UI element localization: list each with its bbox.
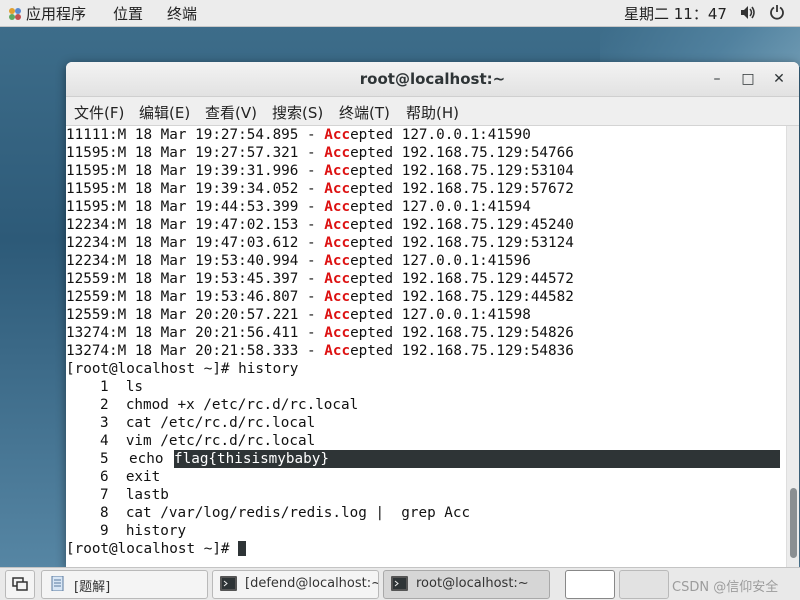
history-entry: 1 ls xyxy=(100,379,144,395)
document-icon xyxy=(51,576,64,591)
log-line: 11111:M 18 Mar 19:27:54.895 - Accepted 1… xyxy=(66,127,531,143)
log-line: 12234:M 18 Mar 19:47:03.612 - Accepted 1… xyxy=(66,235,574,251)
menu-view[interactable]: 查看(V) xyxy=(205,102,257,123)
history-entry: 7 lastb xyxy=(100,487,169,503)
terminal-window: root@localhost:~ – □ ✕ 文件(F) 编辑(E) 查看(V)… xyxy=(66,62,799,567)
places-menu[interactable]: 位置 xyxy=(113,3,143,24)
history-entry: 9 history xyxy=(100,523,187,539)
show-desktop-icon xyxy=(12,577,28,591)
log-line: 11595:M 18 Mar 19:39:34.052 - Accepted 1… xyxy=(66,181,574,197)
log-line: 13274:M 18 Mar 20:21:58.333 - Accepted 1… xyxy=(66,343,574,359)
taskbar-item-tijie[interactable]: [题解] xyxy=(41,570,208,599)
top-panel: 应用程序 位置 终端 星期二 11：47 xyxy=(0,0,800,27)
terminal-scrollbar[interactable] xyxy=(786,126,799,567)
log-line: 12559:M 18 Mar 20:20:57.221 - Accepted 1… xyxy=(66,307,531,323)
applications-menu[interactable]: 应用程序 xyxy=(8,3,86,24)
log-line: 11595:M 18 Mar 19:39:31.996 - Accepted 1… xyxy=(66,163,574,179)
terminal-icon xyxy=(391,576,408,591)
show-desktop-button[interactable] xyxy=(5,570,35,599)
terminal-app-menu[interactable]: 终端 xyxy=(167,3,197,24)
history-entry: 2 chmod +x /etc/rc.d/rc.local xyxy=(100,397,359,413)
terminal-output[interactable]: 11111:M 18 Mar 19:27:54.895 - Accepted 1… xyxy=(66,126,786,567)
taskbar-item-defend-terminal[interactable]: [defend@localhost:~ xyxy=(212,570,379,599)
log-line: 13274:M 18 Mar 20:21:56.411 - Accepted 1… xyxy=(66,325,574,341)
workspace-1[interactable] xyxy=(565,570,615,599)
log-line: 12559:M 18 Mar 19:53:46.807 - Accepted 1… xyxy=(66,289,574,305)
log-line: 12234:M 18 Mar 19:47:02.153 - Accepted 1… xyxy=(66,217,574,233)
volume-icon[interactable] xyxy=(740,5,756,24)
text-cursor xyxy=(238,541,247,556)
close-icon[interactable]: ✕ xyxy=(768,68,790,90)
menu-terminal[interactable]: 终端(T) xyxy=(339,102,390,123)
text-selection[interactable]: flag{thisismybaby} xyxy=(174,450,780,468)
applications-label: 应用程序 xyxy=(26,5,87,23)
taskbar-item-root-terminal[interactable]: root@localhost:~ xyxy=(383,570,550,599)
log-line: 12234:M 18 Mar 19:53:40.994 - Accepted 1… xyxy=(66,253,531,269)
terminal-icon xyxy=(220,576,237,591)
history-entry: 6 exit xyxy=(100,469,161,485)
taskbar-label: root@localhost:~ xyxy=(416,576,529,591)
history-entry-selected: 5 echo flag{thisismybaby} xyxy=(66,450,786,468)
window-titlebar[interactable]: root@localhost:~ – □ ✕ xyxy=(66,62,799,97)
maximize-icon[interactable]: □ xyxy=(737,68,759,90)
menu-search[interactable]: 搜索(S) xyxy=(272,102,323,123)
log-line: 12559:M 18 Mar 19:53:45.397 - Accepted 1… xyxy=(66,271,574,287)
menu-help[interactable]: 帮助(H) xyxy=(406,102,459,123)
history-command: echo xyxy=(129,451,173,467)
bottom-taskbar: [题解] [defend@localhost:~ root@localhost:… xyxy=(0,567,800,600)
taskbar-label: [defend@localhost:~ xyxy=(245,576,379,591)
log-line: 11595:M 18 Mar 19:27:57.321 - Accepted 1… xyxy=(66,145,574,161)
history-entry: 8 cat /var/log/redis/redis.log | grep Ac… xyxy=(100,505,471,521)
watermark: CSDN @信仰安全 xyxy=(672,580,779,595)
menu-file[interactable]: 文件(F) xyxy=(74,102,124,123)
scrollbar-thumb[interactable] xyxy=(790,488,797,558)
shell-prompt-command: [root@localhost ~]# history xyxy=(66,361,299,377)
workspace-2[interactable] xyxy=(619,570,669,599)
history-number: 5 xyxy=(100,451,109,467)
apps-menu-icon xyxy=(9,8,21,20)
window-menubar: 文件(F) 编辑(E) 查看(V) 搜索(S) 终端(T) 帮助(H) xyxy=(66,97,799,126)
desktop-wallpaper-decoration xyxy=(600,27,800,67)
minimize-icon[interactable]: – xyxy=(706,68,728,90)
power-icon[interactable] xyxy=(769,4,785,24)
shell-prompt: [root@localhost ~]# xyxy=(66,540,247,558)
taskbar-label: [题解] xyxy=(74,580,111,595)
window-title: root@localhost:~ xyxy=(359,70,506,88)
history-entry: 3 cat /etc/rc.d/rc.local xyxy=(100,415,316,431)
history-entry: 4 vim /etc/rc.d/rc.local xyxy=(100,433,316,449)
menu-edit[interactable]: 编辑(E) xyxy=(139,102,190,123)
log-line: 11595:M 18 Mar 19:44:53.399 - Accepted 1… xyxy=(66,199,531,215)
clock[interactable]: 星期二 11：47 xyxy=(624,3,727,24)
